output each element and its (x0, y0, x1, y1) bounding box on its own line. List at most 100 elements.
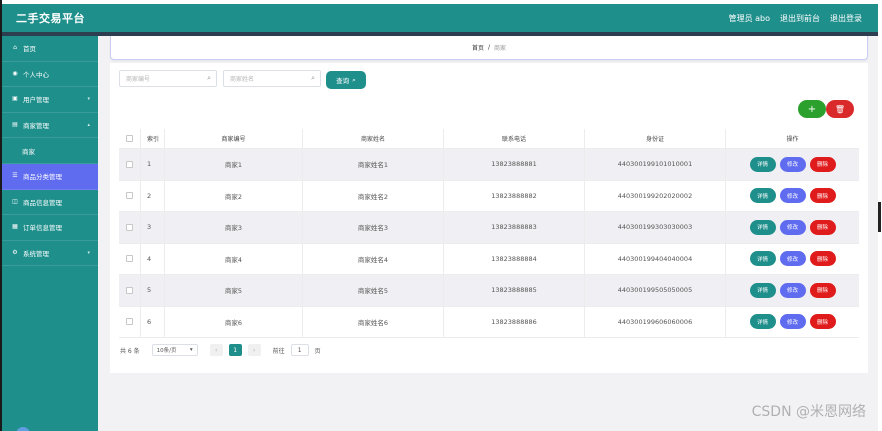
cell-phone: 13823888884 (444, 243, 585, 274)
edit-button[interactable]: 修改 (779, 219, 806, 235)
cell-actions: 详情 修改 删除 (726, 307, 859, 338)
cell-actions: 详情 修改 删除 (726, 275, 859, 306)
header-actions: 操作 (786, 136, 799, 143)
chevron-down-icon: ▾ (87, 96, 90, 103)
table-row: 3 商家3 商家姓名3 13823888883 440300199303030003 详情… (119, 212, 859, 244)
select-all-checkbox[interactable] (126, 135, 133, 142)
merchant-no-search-input[interactable]: 商家编号 ⌕ (119, 70, 217, 87)
sidebar: ⌂ 首页 ◉ 个人中心 ▣ 用户管理 ▾ ▤ 商家管理 ▴ 商家 ☰ 商品分类管… (2, 36, 98, 431)
delete-button[interactable]: 删除 (809, 251, 836, 267)
row-checkbox[interactable] (126, 286, 133, 294)
detail-button[interactable]: 详情 (749, 282, 776, 298)
header-select-cell (119, 129, 141, 148)
row-select-cell (119, 149, 141, 180)
cell-phone: 13823888886 (444, 306, 585, 337)
delete-button[interactable]: 删除 (809, 219, 836, 235)
row-checkbox[interactable] (126, 160, 133, 168)
trash-icon: 🗑 (834, 104, 846, 114)
watermark: CSDN @米恩网络 (751, 404, 866, 420)
sidebar-item-label: 个人中心 (23, 70, 49, 79)
cell-actions: 详情 修改 删除 (726, 149, 859, 180)
delete-button[interactable]: 删除 (809, 156, 836, 172)
edit-button[interactable]: 修改 (779, 156, 806, 172)
table-body: 1 商家1 商家姓名1 13823888881 440300199101010001 详情… (119, 149, 859, 338)
edit-button[interactable]: 修改 (779, 282, 806, 298)
goto-page-input[interactable]: 1 (290, 344, 309, 356)
cell-merchant-no: 商家1 (165, 149, 303, 180)
sidebar-bottom-indicator (16, 427, 30, 431)
settings-icon: ⚙ (12, 249, 18, 257)
sidebar-item-label: 商家 (22, 147, 35, 156)
detail-button[interactable]: 详情 (749, 188, 776, 204)
sidebar-subitem-merchant[interactable]: 商家 (2, 138, 98, 164)
goto-suffix: 页 (314, 347, 321, 355)
scrollbar-thumb[interactable] (878, 202, 881, 232)
cell-id-card: 440300199202020002 (585, 180, 726, 211)
page-size-value: 10条/页 (156, 348, 177, 354)
prev-page-button[interactable]: ‹ (209, 344, 223, 356)
sidebar-item-goods[interactable]: ◫ 商品信息管理 (2, 190, 98, 216)
cell-phone: 13823888881 (444, 149, 585, 180)
sidebar-item-category[interactable]: ☰ 商品分类管理 (2, 163, 98, 190)
breadcrumb: 首页 / 商家 (110, 36, 868, 60)
query-button-label: 查询 (336, 77, 350, 85)
user-icon: ◉ (12, 69, 18, 77)
order-icon: ▦ (12, 223, 18, 231)
page-number-current[interactable]: 1 (228, 344, 242, 356)
cell-merchant-no: 商家4 (165, 243, 303, 274)
logout-link[interactable]: 退出登录 (830, 13, 862, 24)
sidebar-item-label: 商品信息管理 (23, 198, 62, 207)
cell-merchant-no: 商家5 (165, 275, 303, 306)
cell-merchant-no: 商家2 (165, 180, 303, 211)
delete-button[interactable]: 删除 (809, 314, 836, 330)
sidebar-item-label: 首页 (23, 45, 36, 54)
edit-button[interactable]: 修改 (779, 188, 806, 204)
cell-index: 4 (141, 243, 165, 274)
sidebar-item-merchants[interactable]: ▤ 商家管理 ▴ (2, 113, 98, 139)
sidebar-item-label: 系统管理 (23, 250, 49, 259)
merchant-no-placeholder: 商家编号 (126, 76, 151, 83)
merchant-name-search-input[interactable]: 商家姓名 ⌕ (223, 70, 321, 87)
query-button[interactable]: 查询 ⌕ (326, 71, 366, 89)
sidebar-item-label: 订单信息管理 (23, 224, 62, 233)
row-checkbox[interactable] (126, 223, 133, 231)
row-checkbox[interactable] (126, 192, 133, 200)
row-select-cell (119, 275, 141, 306)
sidebar-item-home[interactable]: ⌂ 首页 (2, 36, 98, 62)
search-icon: ⌕ (207, 74, 211, 82)
edit-button[interactable]: 修改 (779, 251, 806, 267)
delete-button[interactable]: 删除 (809, 188, 836, 204)
add-button[interactable]: + (798, 100, 826, 118)
detail-button[interactable]: 详情 (749, 219, 776, 235)
table-header: 索引 商家编号 商家姓名 联系电话 身份证 操作 (119, 129, 859, 149)
batch-delete-button[interactable]: 🗑 (826, 100, 854, 118)
table-row: 1 商家1 商家姓名1 13823888881 440300199101010001 详情… (119, 149, 859, 181)
page-size-select[interactable]: 10条/页 ▾ (151, 344, 198, 356)
list-panel: 商家编号 ⌕ 商家姓名 ⌕ 查询 ⌕ + 🗑 索引 商家编号 商家姓名 联系电话 (110, 63, 868, 373)
next-page-button[interactable]: › (247, 344, 261, 356)
cell-phone: 13823888885 (444, 275, 585, 306)
sidebar-item-system[interactable]: ⚙ 系统管理 ▾ (2, 241, 98, 267)
cell-actions: 详情 修改 删除 (726, 181, 859, 212)
edit-button[interactable]: 修改 (779, 314, 806, 330)
sidebar-item-orders[interactable]: ▦ 订单信息管理 (2, 215, 98, 241)
sidebar-item-users[interactable]: ▣ 用户管理 ▾ (2, 87, 98, 113)
search-icon: ⌕ (311, 74, 315, 82)
row-select-cell (119, 180, 141, 211)
pagination: 共 6 条 10条/页 ▾ ‹ 1 › 前往 1 页 (120, 344, 321, 356)
delete-button[interactable]: 删除 (809, 282, 836, 298)
detail-button[interactable]: 详情 (749, 314, 776, 330)
app-title: 二手交易平台 (16, 12, 85, 25)
sidebar-item-profile[interactable]: ◉ 个人中心 (2, 62, 98, 88)
cell-merchant-name: 商家姓名6 (303, 306, 444, 337)
row-checkbox[interactable] (126, 255, 133, 263)
detail-button[interactable]: 详情 (749, 156, 776, 172)
detail-button[interactable]: 详情 (749, 251, 776, 267)
header-phone: 联系电话 (444, 129, 585, 148)
main-content: 首页 / 商家 商家编号 ⌕ 商家姓名 ⌕ 查询 ⌕ + 🗑 索引 商家编号 商… (98, 36, 878, 431)
back-to-frontend-link[interactable]: 退出到前台 (780, 13, 820, 24)
breadcrumb-home[interactable]: 首页 (472, 43, 484, 52)
frame-right (878, 0, 882, 431)
row-select-cell (119, 212, 141, 243)
row-checkbox[interactable] (126, 318, 133, 326)
